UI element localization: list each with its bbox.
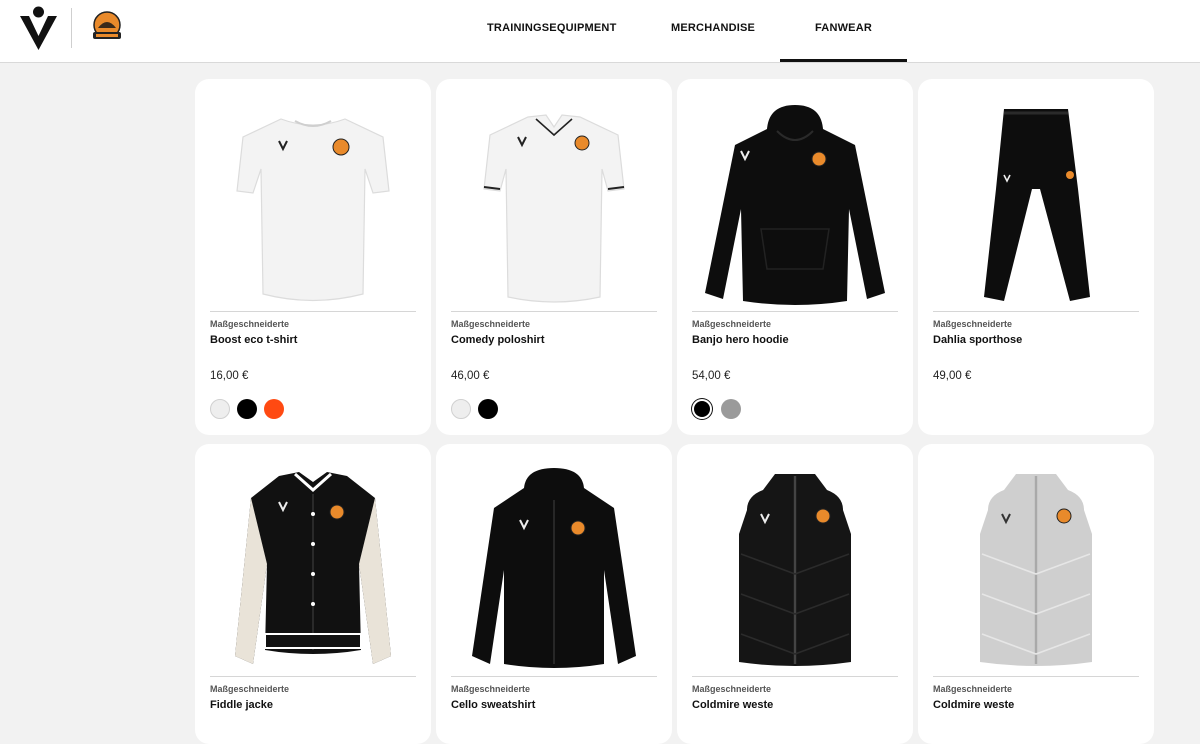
main-nav: TRAININGSEQUIPMENT MERCHANDISE FANWEAR — [0, 0, 1200, 62]
color-swatches — [210, 399, 284, 419]
product-brand: Maßgeschneiderte — [692, 684, 772, 694]
product-card[interactable]: Maßgeschneiderte Comedy poloshirt 46,00 … — [436, 79, 672, 435]
swatch-grey[interactable] — [721, 399, 741, 419]
product-brand: Maßgeschneiderte — [451, 684, 531, 694]
product-name[interactable]: Fiddle jacke — [210, 699, 273, 711]
product-price: 46,00 € — [451, 370, 490, 382]
nav-item-fanwear[interactable]: FANWEAR — [779, 22, 908, 62]
product-name[interactable]: Boost eco t-shirt — [210, 334, 297, 346]
product-name[interactable]: Banjo hero hoodie — [692, 334, 789, 346]
color-swatches — [692, 399, 741, 419]
top-navigation-bar: TRAININGSEQUIPMENT MERCHANDISE FANWEAR — [0, 0, 1200, 63]
product-card[interactable]: Maßgeschneiderte Dahlia sporthose 49,00 … — [918, 79, 1154, 435]
card-divider — [210, 676, 416, 677]
nav-item-trainingsequipment[interactable]: TRAININGSEQUIPMENT — [487, 22, 617, 34]
card-divider — [692, 311, 898, 312]
swatch-orange[interactable] — [264, 399, 284, 419]
product-price: 54,00 € — [692, 370, 731, 382]
product-image — [705, 105, 885, 305]
product-price: 16,00 € — [210, 370, 249, 382]
product-name[interactable]: Dahlia sporthose — [933, 334, 1022, 346]
nav-item-merchandise[interactable]: MERCHANDISE — [671, 22, 755, 34]
product-image — [980, 474, 1092, 666]
product-brand: Maßgeschneiderte — [933, 319, 1013, 329]
swatch-black-selected[interactable] — [694, 401, 710, 417]
card-divider — [692, 676, 898, 677]
product-price: 49,00 € — [933, 370, 972, 382]
swatch-white[interactable] — [451, 399, 471, 419]
card-divider — [451, 676, 657, 677]
card-divider — [933, 311, 1139, 312]
product-card[interactable]: Maßgeschneiderte Fiddle jacke — [195, 444, 431, 744]
swatch-white[interactable] — [210, 399, 230, 419]
product-brand: Maßgeschneiderte — [933, 684, 1013, 694]
product-name[interactable]: Coldmire weste — [692, 699, 773, 711]
product-brand: Maßgeschneiderte — [692, 319, 772, 329]
product-card[interactable]: Maßgeschneiderte Banjo hero hoodie 54,00… — [677, 79, 913, 435]
card-divider — [210, 311, 416, 312]
product-image — [984, 109, 1090, 301]
product-name[interactable]: Cello sweatshirt — [451, 699, 535, 711]
product-card[interactable]: Maßgeschneiderte Coldmire weste — [918, 444, 1154, 744]
product-image — [483, 114, 625, 303]
product-image — [236, 118, 390, 302]
product-card[interactable]: Maßgeschneiderte Cello sweatshirt — [436, 444, 672, 744]
swatch-black[interactable] — [237, 399, 257, 419]
swatch-black[interactable] — [478, 399, 498, 419]
product-name[interactable]: Coldmire weste — [933, 699, 1014, 711]
card-divider — [933, 676, 1139, 677]
color-swatches — [451, 399, 498, 419]
product-card[interactable]: Maßgeschneiderte Coldmire weste — [677, 444, 913, 744]
product-image — [235, 472, 391, 664]
product-brand: Maßgeschneiderte — [451, 319, 531, 329]
product-card[interactable]: Maßgeschneiderte Boost eco t-shirt 16,00… — [195, 79, 431, 435]
product-brand: Maßgeschneiderte — [210, 684, 290, 694]
product-name[interactable]: Comedy poloshirt — [451, 334, 545, 346]
product-image — [739, 474, 851, 666]
product-image — [472, 468, 636, 668]
card-divider — [451, 311, 657, 312]
product-brand: Maßgeschneiderte — [210, 319, 290, 329]
